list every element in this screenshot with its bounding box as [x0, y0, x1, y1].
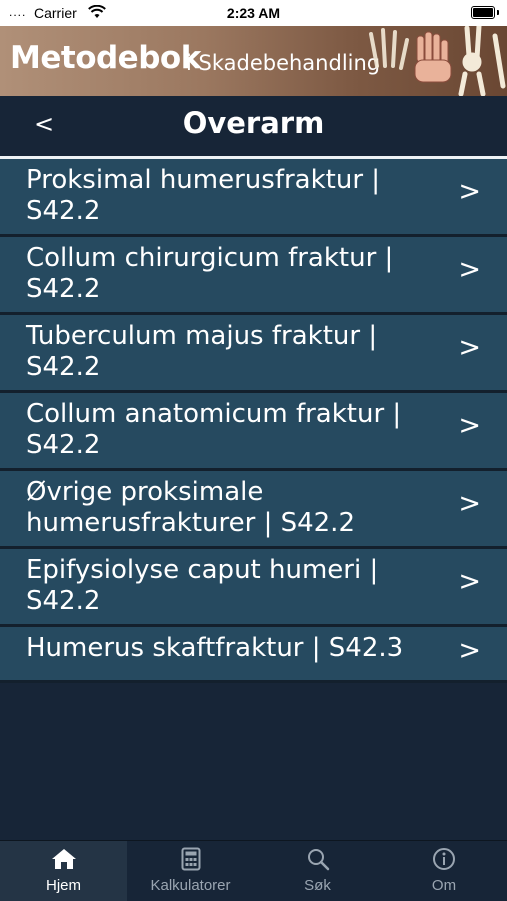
tab-hjem[interactable]: Hjem	[0, 841, 127, 901]
tab-kalkulatorer[interactable]: Kalkulatorer	[127, 841, 254, 901]
list-item-label: Øvrige proksimale humerusfrakturer | S42…	[26, 477, 355, 538]
list-item-label: Humerus skaftfraktur | S42.3	[26, 633, 404, 663]
chevron-right-icon: >	[458, 410, 481, 441]
list-item-collum-chirurgicum-fraktur[interactable]: Collum chirurgicum fraktur | S42.2 >	[0, 237, 507, 315]
list-item-label: Tuberculum majus fraktur | S42.2	[26, 321, 378, 382]
fracture-list: Proksimal humerusfraktur | S42.2 > Collu…	[0, 159, 507, 683]
tab-sok[interactable]: Søk	[254, 841, 381, 901]
list-item-collum-anatomicum-fraktur[interactable]: Collum anatomicum fraktur | S42.2 >	[0, 393, 507, 471]
chevron-right-icon: >	[458, 488, 481, 519]
list-item-humerus-skaftfraktur[interactable]: Humerus skaftfraktur | S42.3 >	[0, 627, 507, 683]
skeleton-hand-illustration	[369, 26, 506, 96]
list-item-proksimal-humerusfraktur[interactable]: Proksimal humerusfraktur | S42.2 >	[0, 159, 507, 237]
tab-label: Om	[431, 877, 457, 894]
tab-label: Hjem	[45, 877, 81, 894]
list-item-epifysiolyse-caput-humeri[interactable]: Epifysiolyse caput humeri | S42.2 >	[0, 549, 507, 627]
banner-title: Metodebok	[10, 40, 201, 76]
chevron-right-icon: >	[458, 254, 481, 285]
tab-label: Søk	[304, 877, 331, 894]
chevron-right-icon: >	[458, 332, 481, 363]
navigation-bar: < Overarm	[0, 96, 507, 159]
tab-bar: Hjem Kalkulatorer Søk Om	[0, 840, 507, 901]
battery-tip	[497, 10, 499, 15]
list-item-tuberculum-majus-fraktur[interactable]: Tuberculum majus fraktur | S42.2 >	[0, 315, 507, 393]
home-icon	[0, 847, 127, 873]
page-title: Overarm	[182, 106, 325, 140]
list-item-label: Collum chirurgicum fraktur | S42.2	[26, 243, 394, 304]
list-item-ovrige-proksimale-humerusfrakturer[interactable]: Øvrige proksimale humerusfrakturer | S42…	[0, 471, 507, 549]
list-item-label: Proksimal humerusfraktur | S42.2	[26, 165, 381, 226]
clock: 2:23 AM	[226, 5, 281, 21]
list-item-label: Epifysiolyse caput humeri | S42.2	[26, 555, 379, 616]
status-bar: .... Carrier 2:23 AM	[0, 0, 507, 26]
chevron-right-icon: >	[458, 635, 481, 666]
chevron-right-icon: >	[458, 566, 481, 597]
battery-icon	[471, 6, 495, 19]
tab-om[interactable]: Om	[381, 841, 507, 901]
tab-label: Kalkulatorer	[150, 877, 231, 894]
list-item-label: Collum anatomicum fraktur | S42.2	[26, 399, 402, 460]
info-icon	[381, 847, 507, 873]
app-banner: Metodebok i Skadebehandling	[0, 26, 507, 96]
calculator-icon	[127, 847, 254, 873]
search-icon	[254, 847, 381, 873]
banner-subtitle: i Skadebehandling	[186, 51, 381, 75]
chevron-right-icon: >	[458, 176, 481, 207]
